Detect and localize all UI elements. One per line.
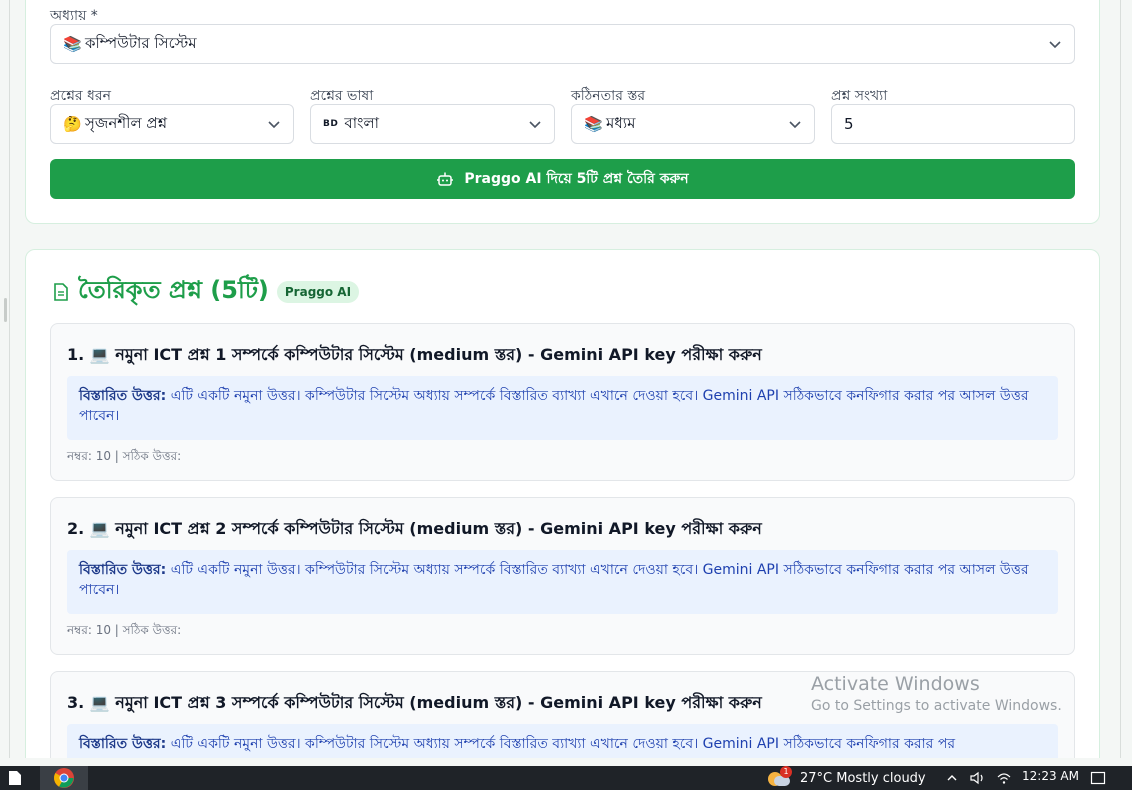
answer-box: বিস্তারিত উত্তর: এটি একটি নমুনা উত্তর। ক… xyxy=(67,376,1058,440)
ai-badge: Praggo AI xyxy=(276,281,360,303)
document-icon xyxy=(54,283,68,301)
question-title: 3. 💻 নমুনা ICT প্রশ্ন 3 সম্পর্কে কম্পিউট… xyxy=(67,693,762,712)
speaker-icon[interactable] xyxy=(970,766,986,790)
file-icon[interactable] xyxy=(8,766,22,790)
generate-label: Praggo AI দিয়ে 5টি প্রশ্ন তৈরি করুন xyxy=(464,171,689,187)
question-card: 2. 💻 নমুনা ICT প্রশ্ন 2 সম্পর্কে কম্পিউট… xyxy=(50,497,1075,655)
weather-text: 27°C Mostly cloudy xyxy=(800,770,926,786)
robot-icon xyxy=(437,172,454,186)
books-icon: 📚 xyxy=(584,115,603,133)
question-meta: নম্বর: 10 | সঠিক উত্তর: xyxy=(67,623,182,637)
taskbar: 1 27°C Mostly cloudy 12:23 AM xyxy=(0,766,1132,790)
question-title: 1. 💻 নমুনা ICT প্রশ্ন 1 সম্পর্কে কম্পিউট… xyxy=(67,345,762,364)
answer-text: এটি একটি নমুনা উত্তর। কম্পিউটার সিস্টেম … xyxy=(79,562,1029,598)
chapter-select[interactable]: 📚 কম্পিউটার সিস্টেম xyxy=(50,24,1075,64)
watermark-line2: Go to Settings to activate Windows. xyxy=(811,698,1062,714)
generate-button[interactable]: Praggo AI দিয়ে 5টি প্রশ্ন তৈরি করুন xyxy=(50,159,1075,199)
question-card: 1. 💻 নমুনা ICT প্রশ্ন 1 সম্পর্কে কম্পিউট… xyxy=(50,323,1075,481)
window-left-edge xyxy=(9,0,10,758)
chevron-up-icon[interactable] xyxy=(946,766,958,790)
answer-text: এটি একটি নমুনা উত্তর। কম্পিউটার সিস্টেম … xyxy=(79,388,1029,424)
question-generator-form: অধ্যায় * 📚 কম্পিউটার সিস্টেম প্রশ্নের ধ… xyxy=(25,0,1100,224)
weather-badge: 1 xyxy=(780,766,792,778)
books-icon: 📚 xyxy=(63,35,82,53)
thinking-face-icon: 🤔 xyxy=(63,115,82,133)
question-title: 2. 💻 নমুনা ICT প্রশ্ন 2 সম্পর্কে কম্পিউট… xyxy=(67,519,762,538)
difficulty-select[interactable]: 📚 মধ্যম xyxy=(571,104,815,144)
chapter-value: কম্পিউটার সিস্টেম xyxy=(85,33,197,52)
language-select[interactable]: BD বাংলা xyxy=(310,104,555,144)
chevron-down-icon xyxy=(529,121,541,129)
chrome-taskbar-button[interactable] xyxy=(40,766,88,790)
question-meta: নম্বর: 10 | সঠিক উত্তর: xyxy=(67,449,182,463)
weather-icon: 1 xyxy=(766,766,792,788)
language-value: বাংলা xyxy=(344,113,380,132)
wifi-icon[interactable] xyxy=(996,766,1012,790)
window-right-edge xyxy=(1120,0,1121,758)
chevron-down-icon xyxy=(789,121,801,129)
browser-viewport: অধ্যায় * 📚 কম্পিউটার সিস্টেম প্রশ্নের ধ… xyxy=(0,0,1132,758)
answer-box: বিস্তারিত উত্তর: এটি একটি নমুনা উত্তর। ক… xyxy=(67,550,1058,614)
weather-widget[interactable]: 1 27°C Mostly cloudy xyxy=(766,766,926,790)
results-title: তৈরিকৃত প্রশ্ন (5টি) xyxy=(78,276,269,304)
difficulty-value: মধ্যম xyxy=(606,113,636,132)
bd-flag-icon: BD xyxy=(323,119,339,129)
results-header: তৈরিকৃত প্রশ্ন (5টি) Praggo AI xyxy=(52,272,360,312)
chrome-icon xyxy=(54,768,74,788)
clock-time[interactable]: 12:23 AM xyxy=(1022,766,1079,786)
answer-text: এটি একটি নমুনা উত্তর। কম্পিউটার সিস্টেম … xyxy=(170,736,956,752)
answer-label: বিস্তারিত উত্তর: xyxy=(79,388,167,404)
question-count-input[interactable]: 5 xyxy=(831,104,1075,144)
answer-label: বিস্তারিত উত্তর: xyxy=(79,562,167,578)
activate-windows-watermark: Activate Windows Go to Settings to activ… xyxy=(811,673,1062,714)
type-value: সৃজনশীল প্রশ্ন xyxy=(85,113,168,132)
chevron-down-icon xyxy=(268,121,280,129)
watermark-line1: Activate Windows xyxy=(811,673,980,695)
notification-icon[interactable] xyxy=(1090,766,1106,790)
answer-box: বিস্তারিত উত্তর: এটি একটি নমুনা উত্তর। ক… xyxy=(67,724,1058,758)
chevron-down-icon xyxy=(1049,41,1061,49)
count-value: 5 xyxy=(844,115,854,133)
resize-handle[interactable] xyxy=(4,298,7,322)
answer-label: বিস্তারিত উত্তর: xyxy=(79,736,167,752)
question-type-select[interactable]: 🤔 সৃজনশীল প্রশ্ন xyxy=(50,104,294,144)
